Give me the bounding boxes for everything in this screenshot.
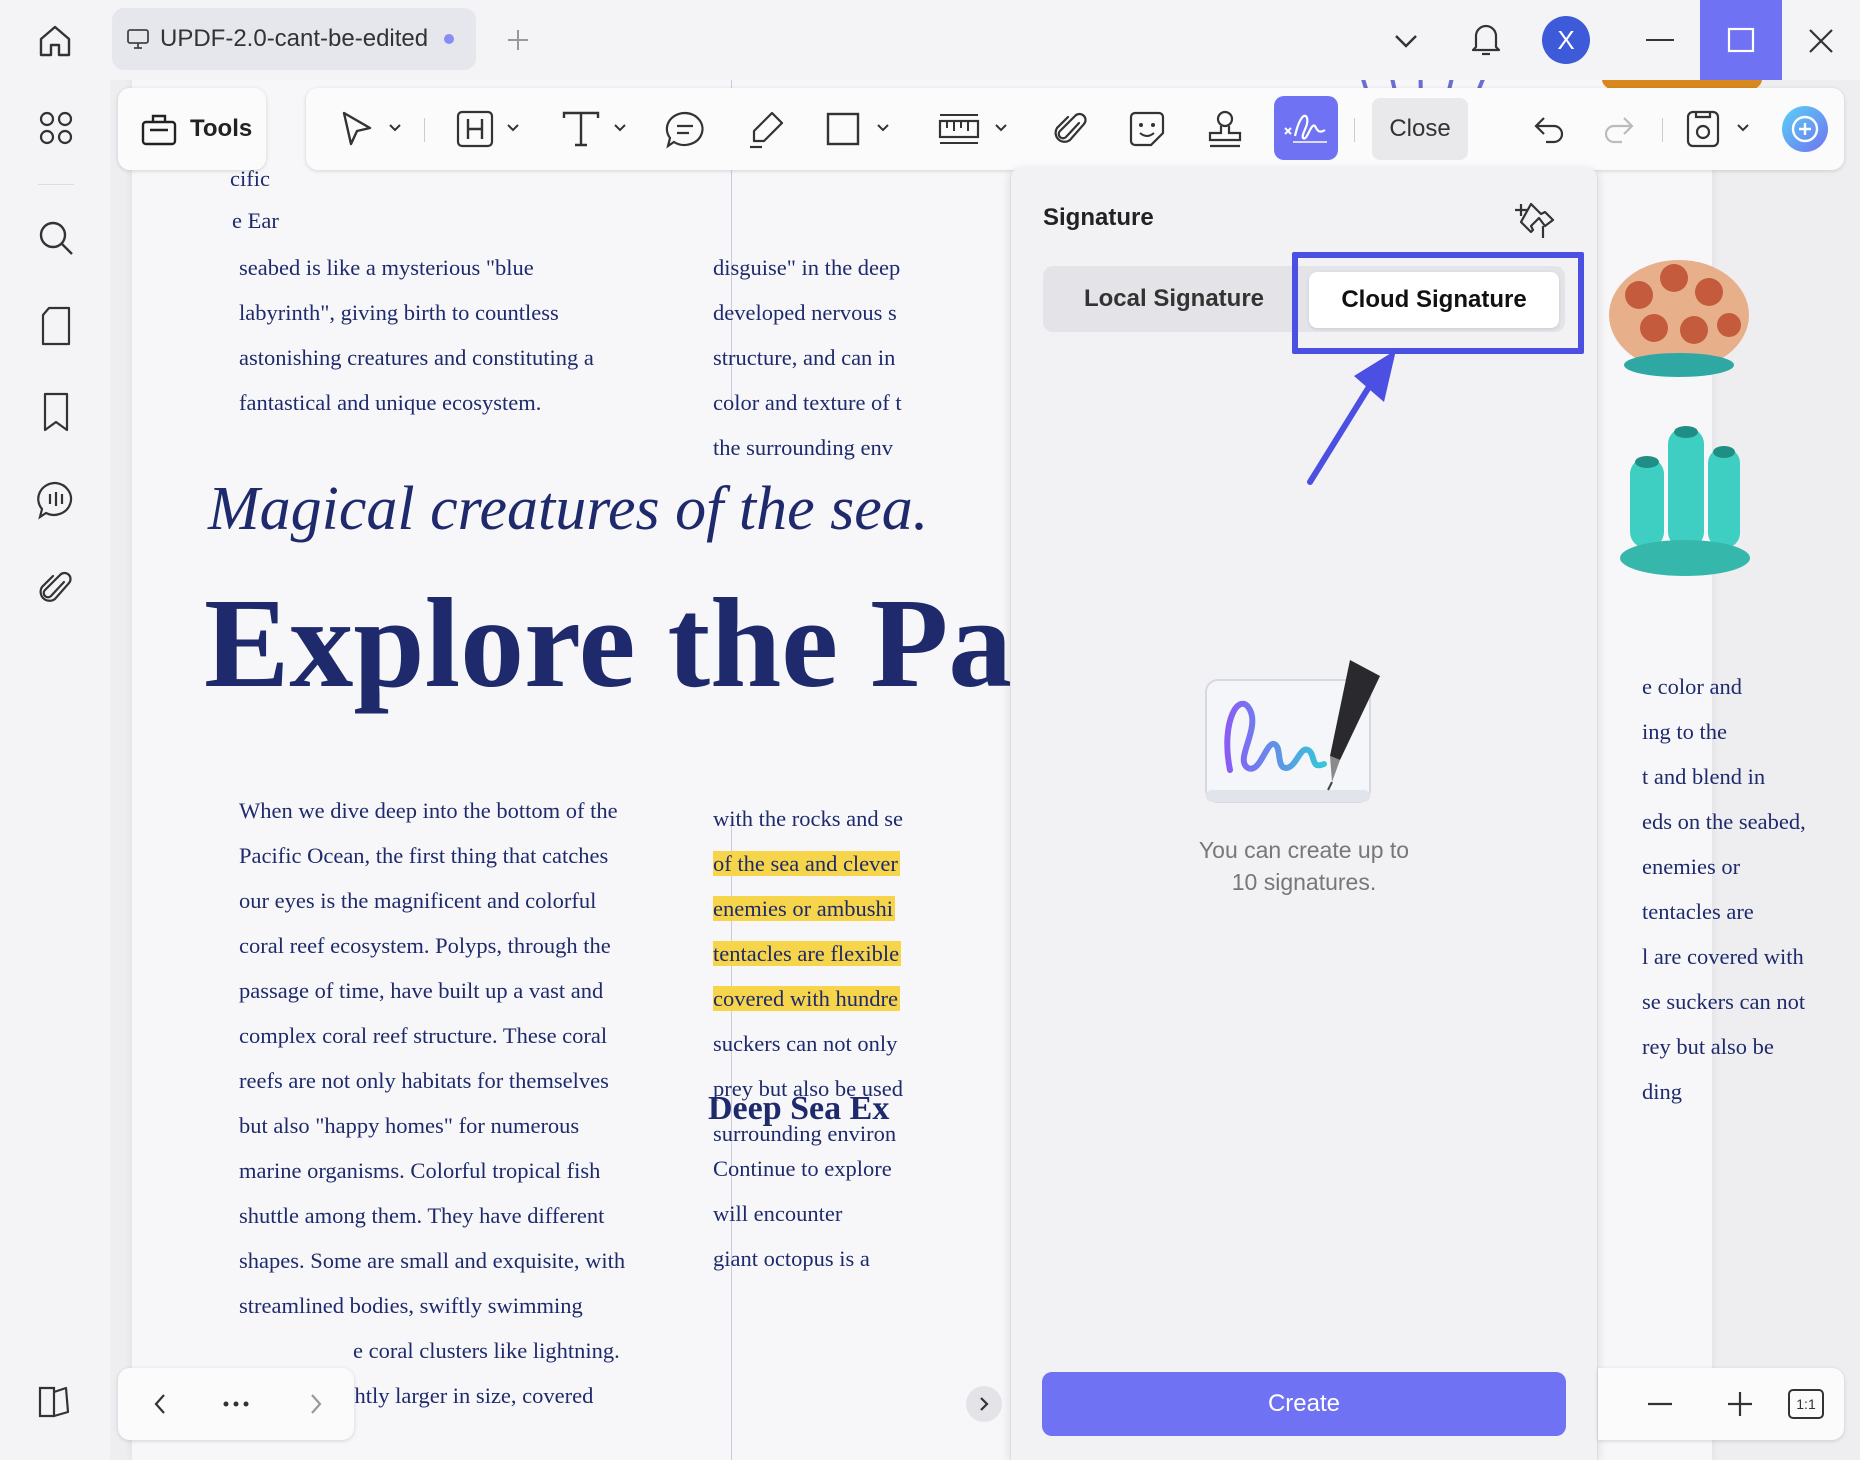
text-column-1-body: When we dive deep into the bottom of the… xyxy=(239,798,626,1408)
zoom-controls: 1:1 xyxy=(1598,1368,1844,1440)
chevron-down-icon[interactable] xyxy=(1386,22,1426,60)
page-icon[interactable] xyxy=(34,304,78,348)
highlighted-text: covered with hundre xyxy=(713,986,900,1011)
bell-icon[interactable] xyxy=(1464,16,1508,62)
chevron-down-icon[interactable] xyxy=(384,116,406,140)
create-signature-button[interactable]: Create xyxy=(1042,1372,1566,1436)
section-heading: Deep Sea Ex xyxy=(708,1090,890,1127)
chevron-right-icon[interactable] xyxy=(298,1386,334,1422)
plus-icon[interactable] xyxy=(500,22,536,58)
comment-bubble-icon[interactable] xyxy=(660,104,710,154)
chevron-down-icon[interactable] xyxy=(990,116,1012,140)
callout-highlight-box xyxy=(1292,252,1584,354)
document-heading: Explore the Pa xyxy=(204,572,1013,714)
document-tab-name: UPDF-2.0-cant-be-edited xyxy=(160,25,429,52)
panel-title: Signature xyxy=(1043,204,1154,231)
heading-icon[interactable] xyxy=(450,104,500,154)
chevron-down-icon[interactable] xyxy=(609,116,631,140)
grid-icon[interactable] xyxy=(34,106,78,150)
zoom-out-icon[interactable] xyxy=(1642,1386,1678,1422)
title-bar: UPDF-2.0-cant-be-edited X xyxy=(0,0,1860,80)
toolbox-icon xyxy=(140,110,178,148)
text-column-2-top: disguise" in the deep developed nervous … xyxy=(713,255,902,460)
home-icon[interactable] xyxy=(30,18,80,64)
highlighted-text: enemies or ambushi xyxy=(713,896,895,921)
stamp-icon[interactable] xyxy=(1200,104,1250,154)
zoom-in-icon[interactable] xyxy=(1722,1386,1758,1422)
more-icon[interactable] xyxy=(218,1386,254,1422)
text-column-2-deep: Continue to explore will encounter giant… xyxy=(713,1156,892,1271)
maximize-icon[interactable] xyxy=(1700,0,1782,80)
signature-tool-icon[interactable] xyxy=(1274,96,1338,160)
coral-image-cups xyxy=(1594,240,1764,380)
signature-illustration xyxy=(1200,650,1410,810)
sticker-icon[interactable] xyxy=(1122,104,1172,154)
coral-image-tubes xyxy=(1610,418,1760,578)
bookmark-icon[interactable] xyxy=(34,390,78,434)
page-navigation xyxy=(118,1368,354,1440)
redo-icon[interactable] xyxy=(1594,104,1644,154)
monitor-icon xyxy=(126,27,150,51)
text-icon[interactable] xyxy=(556,104,606,154)
left-sidebar xyxy=(0,80,110,1460)
chevron-left-icon[interactable] xyxy=(142,1386,178,1422)
toolbar-separator xyxy=(424,118,425,142)
highlighted-text: tentacles are flexible xyxy=(713,941,902,966)
unsaved-dot xyxy=(444,34,455,44)
minimize-icon[interactable] xyxy=(1640,20,1680,60)
close-toolbar-button[interactable]: Close xyxy=(1372,98,1468,160)
save-icon[interactable] xyxy=(1678,104,1728,154)
document-tab[interactable]: UPDF-2.0-cant-be-edited xyxy=(112,8,476,70)
highlighter-icon[interactable] xyxy=(742,104,792,154)
rectangle-icon[interactable] xyxy=(818,104,868,154)
sidebar-toggle-icon[interactable] xyxy=(34,1382,78,1426)
toolbar-separator xyxy=(1662,118,1663,142)
chevron-down-icon[interactable] xyxy=(872,116,894,140)
search-icon[interactable] xyxy=(34,216,78,260)
callout-arrow xyxy=(1300,346,1410,486)
tools-label: Tools xyxy=(190,115,253,142)
tab-local-signature[interactable]: Local Signature xyxy=(1043,266,1305,332)
fit-label: 1:1 xyxy=(1788,1389,1824,1419)
text-column-3-body: e color and ing to the t and blend in ed… xyxy=(1642,674,1806,1104)
annotation-toolbar: Close xyxy=(306,88,1844,170)
document-subtitle: Magical creatures of the sea. xyxy=(208,475,929,543)
comment-icon[interactable] xyxy=(34,478,78,522)
paperclip-icon[interactable] xyxy=(1046,104,1096,154)
pin-icon[interactable] xyxy=(1511,196,1557,240)
select-cursor-icon[interactable] xyxy=(332,104,382,154)
attachment-icon[interactable] xyxy=(34,566,78,610)
chevron-right-icon[interactable] xyxy=(966,1386,1002,1422)
highlighted-text: of the sea and clever xyxy=(713,851,900,876)
fit-actual-size-button[interactable]: 1:1 xyxy=(1786,1386,1826,1422)
measure-icon[interactable] xyxy=(932,104,986,154)
undo-icon[interactable] xyxy=(1524,104,1574,154)
chevron-down-icon[interactable] xyxy=(502,116,524,140)
close-icon[interactable] xyxy=(1800,20,1842,62)
toolbar-separator xyxy=(1354,118,1355,142)
chevron-down-icon[interactable] xyxy=(1732,116,1754,140)
empty-state-message: You can create up to 10 signatures. xyxy=(1198,837,1410,895)
text-column-1-top: seabed is like a mysterious "blue labyri… xyxy=(239,255,594,415)
tools-button[interactable]: Tools xyxy=(118,88,266,170)
avatar[interactable]: X xyxy=(1542,16,1590,64)
text-column-1-top-fragment-2: e Ear xyxy=(232,208,279,233)
ai-assistant-icon[interactable] xyxy=(1776,100,1834,158)
sidebar-divider xyxy=(38,184,74,185)
